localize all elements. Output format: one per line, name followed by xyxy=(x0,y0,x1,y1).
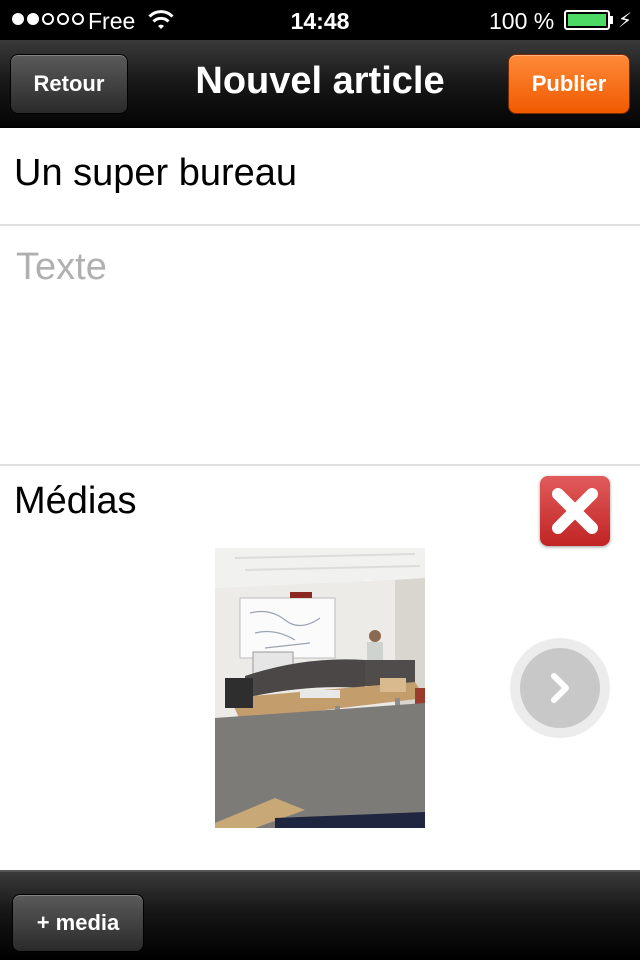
media-thumbnail[interactable] xyxy=(215,548,425,828)
battery-percentage: 100 % xyxy=(489,8,555,34)
next-media-button[interactable] xyxy=(510,638,610,738)
battery-tip xyxy=(610,16,613,24)
publish-button[interactable]: Publier xyxy=(508,54,630,114)
media-section-label: Médias xyxy=(14,480,137,522)
article-title-field[interactable]: Un super bureau xyxy=(0,128,640,226)
delete-media-button[interactable] xyxy=(540,476,610,546)
status-bar: Free 14:48 100 % ⚡ xyxy=(0,0,640,40)
article-text-field[interactable]: Texte xyxy=(0,226,640,466)
battery-icon xyxy=(564,10,610,30)
charging-icon: ⚡ xyxy=(618,10,633,32)
add-media-button[interactable]: + media xyxy=(12,894,144,952)
navigation-bar: Retour Nouvel article Publier xyxy=(0,40,640,128)
close-icon xyxy=(552,488,598,534)
bottom-toolbar: + media xyxy=(0,870,640,960)
chevron-right-icon xyxy=(551,673,569,703)
